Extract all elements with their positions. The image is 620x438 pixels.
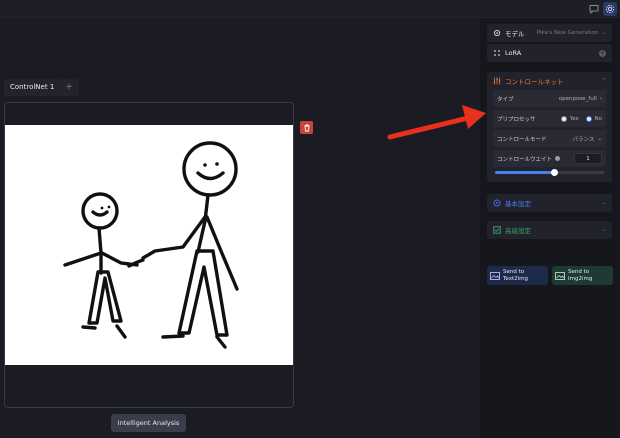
top-bar: [0, 0, 620, 18]
slider-fill: [495, 171, 555, 174]
controlnet-card: コントロールネット ⌃ タイプ openpose_full › プリプロセッサ Y…: [487, 72, 612, 182]
control-mode-value: バランス: [572, 136, 595, 143]
slider-knob[interactable]: [551, 169, 559, 176]
tab-controlnet-1[interactable]: ControlNet 1: [4, 79, 61, 96]
chevron-down-icon: ⌄: [601, 200, 606, 206]
advanced-settings-icon: [493, 226, 501, 234]
send-to-text2img-button[interactable]: Send to Text2img: [487, 266, 548, 285]
delete-image-button[interactable]: [300, 121, 313, 134]
lora-label: LoRA: [505, 49, 522, 57]
model-label: モデル: [505, 30, 525, 38]
settings-gear-icon[interactable]: [603, 2, 617, 16]
send-text2img-line1: Send to: [503, 269, 525, 275]
pose-reference-image: [5, 125, 293, 365]
lora-add-icon[interactable]: +: [599, 49, 606, 57]
chevron-down-icon: ⌄: [601, 30, 606, 36]
send-image-icon: [555, 271, 565, 280]
lora-grid-icon: [493, 49, 501, 57]
advanced-settings-card[interactable]: 高級設定 ⌄: [487, 221, 612, 239]
image-canvas[interactable]: [4, 102, 294, 408]
preprocessor-no-radio[interactable]: [585, 115, 592, 122]
chevron-down-icon: ⌄: [601, 227, 606, 233]
control-weight-input[interactable]: 1: [574, 153, 602, 164]
model-value[interactable]: Pika's New Generation: [537, 30, 599, 36]
send-img2img-line2: Img2img: [568, 275, 593, 282]
controlnet-title: コントロールネット: [505, 78, 564, 86]
basic-settings-card[interactable]: 基本設定 ⌄: [487, 194, 612, 212]
preprocessor-label: プリプロセッサ: [497, 116, 536, 123]
send-image-icon: [490, 271, 500, 280]
lora-card[interactable]: LoRA +: [487, 44, 612, 62]
control-weight-row: コントロールウエイト 1: [493, 150, 606, 167]
intelligent-analysis-button[interactable]: Intelligent Analysis: [111, 414, 186, 432]
type-value: openpose_full: [558, 95, 597, 102]
chevron-up-icon[interactable]: ⌃: [601, 78, 606, 84]
send-to-img2img-button[interactable]: Send to Img2img: [552, 266, 613, 285]
preprocessor-no-label: No: [594, 115, 602, 122]
chevron-right-icon: ›: [599, 95, 602, 102]
chevron-down-icon: ⌄: [597, 135, 602, 142]
send-text2img-line2: Text2img: [503, 275, 528, 282]
basic-settings-label: 基本設定: [505, 200, 531, 208]
control-mode-label: コントロールモード: [497, 136, 547, 143]
send-img2img-line1: Send to: [568, 269, 590, 275]
controlnet-sliders-icon: [493, 77, 501, 85]
settings-panel: モデル Pika's New Generation ⌄ LoRA + コントロー…: [480, 18, 620, 438]
controlnet-type-row[interactable]: タイプ openpose_full ›: [493, 90, 606, 107]
chat-icon[interactable]: [587, 2, 601, 16]
model-card[interactable]: モデル Pika's New Generation ⌄: [487, 24, 612, 42]
control-mode-row[interactable]: コントロールモード バランス ⌄: [493, 130, 606, 147]
type-label: タイプ: [497, 96, 514, 103]
preprocessor-yes-radio[interactable]: [560, 115, 567, 122]
basic-settings-icon: [493, 199, 501, 207]
stick-figure-drawing: [63, 141, 239, 349]
info-icon: [555, 156, 561, 161]
preprocessor-row: プリプロセッサ Yes No: [493, 110, 606, 127]
model-gear-icon: [493, 29, 501, 37]
advanced-settings-label: 高級設定: [505, 227, 531, 235]
add-tab-button[interactable]: +: [59, 79, 79, 96]
trash-icon: [304, 124, 309, 131]
control-weight-label: コントロールウエイト: [497, 156, 553, 163]
control-weight-slider[interactable]: [495, 169, 604, 176]
preprocessor-yes-label: Yes: [569, 115, 579, 122]
